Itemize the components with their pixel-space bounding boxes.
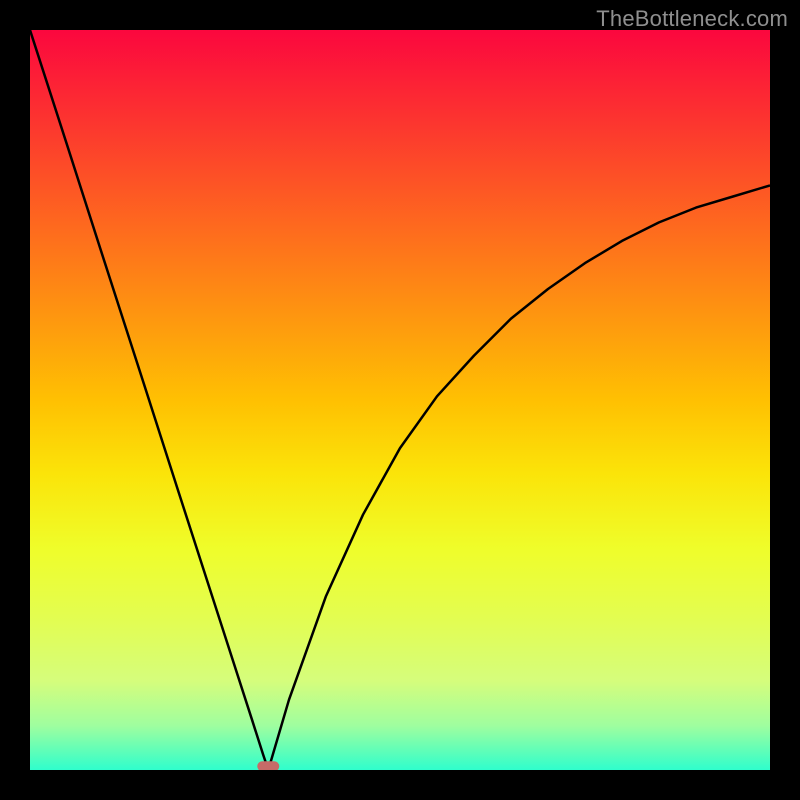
bottleneck-curve	[30, 30, 770, 770]
chart-plot-area	[30, 30, 770, 770]
watermark: TheBottleneck.com	[596, 6, 788, 32]
